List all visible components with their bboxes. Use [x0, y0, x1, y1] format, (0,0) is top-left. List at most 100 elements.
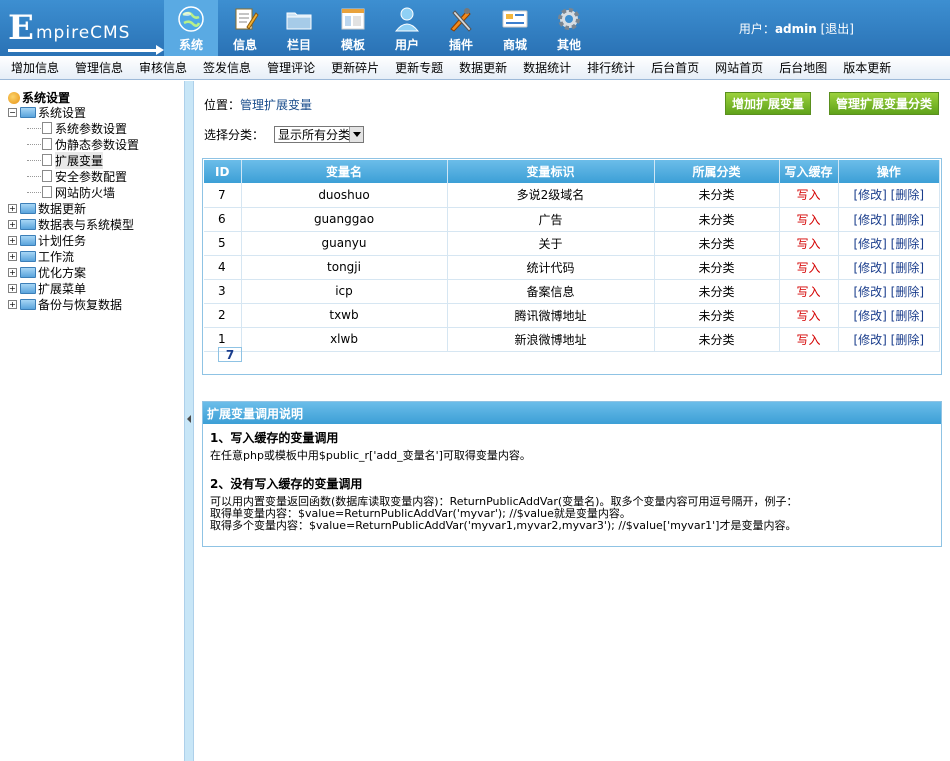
quick-link[interactable]: 版本更新 [843, 59, 891, 76]
quick-link[interactable]: 更新碎片 [331, 59, 379, 76]
cell-mark: 统计代码 [447, 255, 655, 280]
empirecms-logo[interactable]: E mpireCMS [8, 10, 164, 55]
tree-item-system-params[interactable]: 系统参数设置 [8, 120, 139, 136]
main-nav: 系统 信息 栏目 模板 用户 插件 商城 其他 [164, 0, 596, 56]
tree-folder-optimization[interactable]: + 优化方案 [8, 264, 139, 280]
tree-item-firewall[interactable]: 网站防火墙 [8, 184, 139, 200]
logout-link[interactable]: [退出] [821, 22, 854, 36]
cell-actions: [修改] [删除] [838, 279, 940, 304]
edit-link[interactable]: [修改] [853, 309, 886, 323]
delete-link[interactable]: [删除] [891, 237, 924, 251]
tree-item-rewrite-params[interactable]: 伪静态参数设置 [8, 136, 139, 152]
tree-folder-workflow[interactable]: + 工作流 [8, 248, 139, 264]
tree-folder-system-settings[interactable]: − 系统设置 [8, 104, 139, 120]
col-header[interactable]: ID [204, 160, 242, 183]
nav-system[interactable]: 系统 [164, 0, 218, 56]
tree-folder-data-update[interactable]: + 数据更新 [8, 200, 139, 216]
category-select[interactable]: 显示所有分类 [274, 126, 365, 143]
nav-template[interactable]: 模板 [326, 0, 380, 56]
quick-link[interactable]: 更新专题 [395, 59, 443, 76]
quick-link[interactable]: 管理信息 [75, 59, 123, 76]
tree-folder-extend-menu[interactable]: + 扩展菜单 [8, 280, 139, 296]
col-header[interactable]: 所属分类 [654, 160, 780, 183]
quick-link[interactable]: 审核信息 [139, 59, 187, 76]
delete-link[interactable]: [删除] [891, 188, 924, 202]
cell-mark: 备案信息 [447, 279, 655, 304]
nav-label: 系统 [178, 38, 203, 52]
filter-label: 选择分类： [204, 128, 265, 142]
edit-link[interactable]: [修改] [853, 285, 886, 299]
tree-label: 扩展菜单 [38, 281, 87, 296]
expand-icon[interactable]: + [8, 299, 17, 309]
tree-item-extend-vars[interactable]: 扩展变量 [8, 151, 139, 169]
tree-label: 系统设置 [38, 105, 87, 120]
edit-link[interactable]: [修改] [853, 333, 886, 347]
quick-link[interactable]: 数据统计 [523, 59, 571, 76]
user-icon [394, 7, 420, 32]
cell-cache: 写入 [779, 255, 839, 280]
add-var-button[interactable]: 增加扩展变量 [725, 92, 811, 115]
tree-folder-backup[interactable]: + 备份与恢复数据 [8, 296, 139, 312]
tree-label: 系统参数设置 [55, 121, 128, 136]
col-header[interactable]: 变量名 [241, 160, 448, 183]
nav-user[interactable]: 用户 [380, 0, 434, 56]
col-header[interactable]: 写入缓存 [779, 160, 839, 183]
tree-folder-scheduled-tasks[interactable]: + 计划任务 [8, 232, 139, 248]
breadcrumb: 位置：管理扩展变量 [204, 96, 312, 113]
folder-icon [286, 12, 312, 30]
sidebar-toggle-bar[interactable] [184, 81, 194, 761]
nav-other[interactable]: 其他 [542, 0, 596, 56]
quick-link[interactable]: 排行统计 [587, 59, 635, 76]
nav-info[interactable]: 信息 [218, 0, 272, 56]
folder-icon [20, 218, 36, 230]
delete-link[interactable]: [删除] [891, 309, 924, 323]
cell-cache: 写入 [779, 183, 839, 208]
cell-category: 未分类 [654, 303, 780, 328]
nav-shop[interactable]: 商城 [488, 0, 542, 56]
expand-icon[interactable]: + [8, 235, 17, 245]
cache-status: 写入 [796, 284, 821, 299]
cell-category: 未分类 [654, 231, 780, 256]
delete-link[interactable]: [删除] [891, 261, 924, 275]
quick-link[interactable]: 网站首页 [715, 59, 763, 76]
expand-icon[interactable]: + [8, 203, 17, 213]
expand-icon[interactable]: + [8, 283, 17, 293]
tree-folder-tables-models[interactable]: + 数据表与系统模型 [8, 216, 139, 232]
expand-icon[interactable]: + [8, 251, 17, 261]
quick-link[interactable]: 数据更新 [459, 59, 507, 76]
cell-mark: 腾讯微博地址 [447, 303, 655, 328]
quick-link[interactable]: 增加信息 [11, 59, 59, 76]
expand-icon[interactable]: + [8, 219, 17, 229]
edit-link[interactable]: [修改] [853, 213, 886, 227]
collapse-icon[interactable]: − [8, 107, 17, 117]
cell-actions: [修改] [删除] [838, 183, 940, 208]
nav-column[interactable]: 栏目 [272, 0, 326, 56]
delete-link[interactable]: [删除] [891, 285, 924, 299]
edit-link[interactable]: [修改] [853, 237, 886, 251]
table-row: 3 icp 备案信息 未分类 写入 [修改] [删除] [204, 279, 940, 304]
delete-link[interactable]: [删除] [891, 213, 924, 227]
quick-link[interactable]: 后台首页 [651, 59, 699, 76]
cell-mark: 多说2级域名 [447, 183, 655, 208]
quick-link[interactable]: 管理评论 [267, 59, 315, 76]
delete-link[interactable]: [删除] [891, 333, 924, 347]
collapse-left-icon[interactable] [187, 415, 191, 423]
edit-link[interactable]: [修改] [853, 261, 886, 275]
table-row: 7 duoshuo 多说2级域名 未分类 写入 [修改] [删除] [204, 183, 940, 208]
breadcrumb-link[interactable]: 管理扩展变量 [240, 98, 312, 112]
nav-label: 商城 [502, 38, 527, 52]
nav-label: 插件 [448, 38, 473, 52]
nav-plugin[interactable]: 插件 [434, 0, 488, 56]
cell-name: duoshuo [241, 183, 448, 208]
col-header[interactable]: 操作 [838, 160, 940, 183]
col-header[interactable]: 变量标识 [447, 160, 655, 183]
expand-icon[interactable]: + [8, 267, 17, 277]
edit-link[interactable]: [修改] [853, 188, 886, 202]
quick-link[interactable]: 后台地图 [779, 59, 827, 76]
chevron-down-icon[interactable] [349, 127, 364, 142]
tree-item-security-params[interactable]: 安全参数配置 [8, 168, 139, 184]
quick-link[interactable]: 签发信息 [203, 59, 251, 76]
page-total[interactable]: 7 [218, 347, 242, 362]
manage-class-button[interactable]: 管理扩展变量分类 [829, 92, 939, 115]
page-icon [27, 186, 52, 198]
